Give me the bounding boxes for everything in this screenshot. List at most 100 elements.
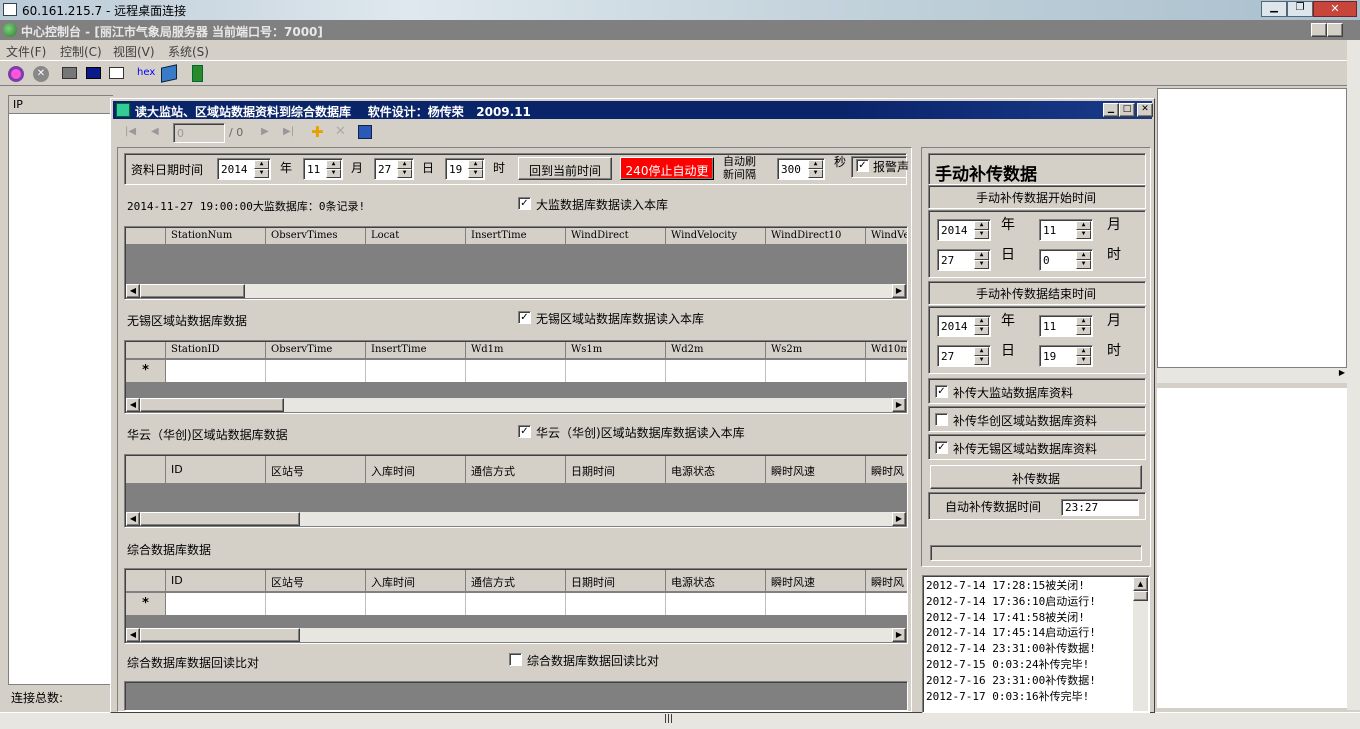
- s4-new-row[interactable]: *: [126, 593, 907, 615]
- col-header[interactable]: Wd1m: [466, 342, 566, 359]
- position-input[interactable]: 0: [173, 123, 225, 143]
- col-header[interactable]: 瞬时风速: [766, 570, 866, 592]
- main-horizontal-scrollbar[interactable]: |||: [0, 712, 1360, 729]
- log-vscroll[interactable]: ▲: [1133, 577, 1148, 711]
- col-header[interactable]: WindDirect: [566, 228, 666, 245]
- col-header[interactable]: Ws2m: [766, 342, 866, 359]
- next-record-icon[interactable]: ▶: [261, 126, 269, 137]
- add-record-icon[interactable]: ✚: [311, 123, 324, 141]
- col-header[interactable]: 日期时间: [566, 570, 666, 592]
- rdp-minimize-button[interactable]: ▁: [1261, 1, 1287, 17]
- last-record-icon[interactable]: ▶|: [283, 126, 294, 137]
- col-header[interactable]: WindDirect10: [766, 228, 866, 245]
- col-header[interactable]: ObservTimes: [266, 228, 366, 245]
- refresh-interval-input[interactable]: 300 ▲ ▼: [777, 158, 825, 180]
- col-header[interactable]: 瞬时风: [866, 456, 907, 484]
- save-icon[interactable]: [358, 125, 372, 139]
- start-year-input[interactable]: 2014 ▲ ▼: [937, 219, 991, 241]
- current-time-button[interactable]: 回到当前时间: [518, 157, 612, 180]
- dialog-maximize-button[interactable]: □: [1119, 103, 1135, 117]
- col-header[interactable]: StationNum: [166, 228, 266, 245]
- exit-door-icon[interactable]: [192, 65, 203, 82]
- col-header[interactable]: 电源状态: [666, 570, 766, 592]
- col-header[interactable]: 电源状态: [666, 456, 766, 484]
- chk3-checkbox[interactable]: ✓: [935, 441, 948, 454]
- end-month-input[interactable]: 11 ▲ ▼: [1039, 315, 1093, 337]
- year-input[interactable]: 2014 ▲ ▼: [217, 158, 271, 180]
- start-month-input[interactable]: 11 ▲ ▼: [1039, 219, 1093, 241]
- end-year-input[interactable]: 2014 ▲ ▼: [937, 315, 991, 337]
- rdp-restore-button[interactable]: ❐: [1287, 1, 1313, 17]
- s5-checkbox[interactable]: [509, 653, 522, 666]
- s2-new-row[interactable]: *: [126, 360, 907, 382]
- col-header[interactable]: 区站号: [266, 456, 366, 484]
- end-day-input[interactable]: 27 ▲ ▼: [937, 345, 991, 367]
- scroll-left-icon[interactable]: ◀: [126, 512, 140, 526]
- scroll-thumb[interactable]: [140, 512, 300, 526]
- scroll-thumb[interactable]: [140, 398, 284, 412]
- day-input[interactable]: 27 ▲ ▼: [374, 158, 414, 180]
- gray-window-icon[interactable]: [62, 67, 77, 79]
- col-header[interactable]: InsertTime: [366, 342, 466, 359]
- s1-grid[interactable]: StationNum ObservTimes Locat InsertTime …: [124, 226, 908, 300]
- manual-upload-button[interactable]: 补传数据: [930, 465, 1142, 489]
- s2-grid[interactable]: StationID ObservTime InsertTime Wd1m Ws1…: [124, 340, 908, 414]
- end-hour-input[interactable]: 19 ▲ ▼: [1039, 345, 1093, 367]
- s2-hscroll[interactable]: ◀ ▶: [126, 398, 906, 412]
- start-hour-input[interactable]: 0 ▲ ▼: [1039, 249, 1093, 271]
- col-header[interactable]: Wd10m: [866, 342, 907, 359]
- delete-record-icon[interactable]: ✕: [335, 124, 346, 139]
- col-header[interactable]: WindVelocity: [666, 228, 766, 245]
- scroll-up-icon[interactable]: ▲: [1133, 577, 1148, 591]
- auto-time-input[interactable]: 23:27: [1061, 499, 1139, 516]
- start-day-input[interactable]: 27 ▲ ▼: [937, 249, 991, 271]
- s1-checkbox[interactable]: ✓: [518, 197, 531, 210]
- s3-checkbox[interactable]: ✓: [518, 425, 531, 438]
- s3-hscroll[interactable]: ◀ ▶: [126, 512, 906, 526]
- col-header[interactable]: ID: [166, 570, 266, 592]
- col-header[interactable]: Wd2m: [666, 342, 766, 359]
- dialog-minimize-button[interactable]: ▁: [1103, 103, 1119, 117]
- month-input[interactable]: 11 ▲ ▼: [303, 158, 343, 180]
- main-vertical-scrollbar[interactable]: [1347, 40, 1360, 710]
- scroll-right-icon[interactable]: ▶: [892, 512, 906, 526]
- col-header[interactable]: 瞬时风速: [766, 456, 866, 484]
- white-window-icon[interactable]: [109, 67, 124, 79]
- s2-checkbox[interactable]: ✓: [518, 311, 531, 324]
- rdp-close-button[interactable]: ✕: [1313, 1, 1357, 17]
- s4-hscroll[interactable]: ◀ ▶: [126, 628, 906, 642]
- chk2-checkbox[interactable]: [935, 413, 948, 426]
- disconnect-icon[interactable]: ✕: [33, 66, 49, 82]
- col-header[interactable]: Ws1m: [566, 342, 666, 359]
- col-header[interactable]: WindVe: [866, 228, 907, 245]
- col-header[interactable]: 通信方式: [466, 570, 566, 592]
- log-list[interactable]: 2012-7-14 17:28:15被关闭! 2012-7-14 17:36:1…: [922, 575, 1150, 713]
- book-icon[interactable]: [161, 64, 177, 83]
- col-header[interactable]: Locat: [366, 228, 466, 245]
- col-header[interactable]: ObservTime: [266, 342, 366, 359]
- app-minimize-button[interactable]: ▁: [1311, 23, 1327, 37]
- dialog-close-button[interactable]: ✕: [1137, 103, 1153, 117]
- col-header[interactable]: StationID: [166, 342, 266, 359]
- scroll-thumb[interactable]: [1133, 591, 1148, 601]
- menu-view[interactable]: 视图(V): [113, 43, 155, 60]
- scroll-right-icon[interactable]: ▶: [892, 284, 906, 298]
- col-header[interactable]: InsertTime: [466, 228, 566, 245]
- stop-auto-update-button[interactable]: 240停止自动更: [620, 157, 714, 180]
- hour-input[interactable]: 19 ▲ ▼: [445, 158, 485, 180]
- col-header[interactable]: 通信方式: [466, 456, 566, 484]
- menu-file[interactable]: 文件(F): [6, 43, 46, 60]
- scroll-left-icon[interactable]: ◀: [126, 628, 140, 642]
- col-header[interactable]: 入库时间: [366, 456, 466, 484]
- prev-record-icon[interactable]: ◀: [151, 126, 159, 137]
- blue-window-icon[interactable]: [86, 67, 101, 79]
- scroll-thumb[interactable]: [140, 284, 245, 298]
- alarm-checkbox[interactable]: ✓: [856, 159, 869, 172]
- scroll-left-icon[interactable]: ◀: [126, 398, 140, 412]
- hex-button[interactable]: hex: [137, 67, 155, 78]
- menu-control[interactable]: 控制(C): [60, 43, 102, 60]
- col-header[interactable]: 入库时间: [366, 570, 466, 592]
- connect-icon[interactable]: [8, 66, 24, 82]
- col-header[interactable]: ID: [166, 456, 266, 484]
- chk1-checkbox[interactable]: ✓: [935, 385, 948, 398]
